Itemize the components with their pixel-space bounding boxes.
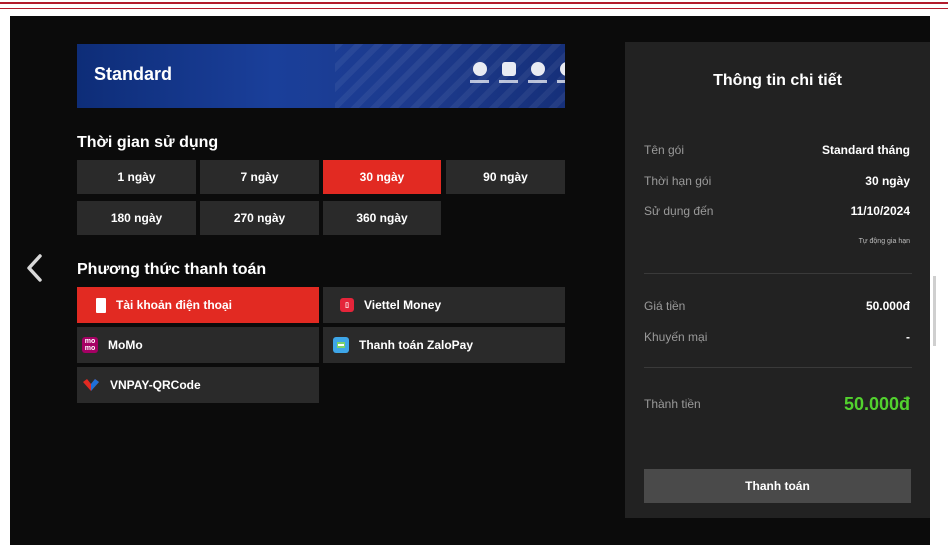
valid-until-label: Sử dụng đến [644,204,714,218]
payment-phone-account[interactable]: Tài khoản điện thoại [77,287,319,323]
momo-icon: mo mo [82,337,98,353]
zalopay-icon [333,337,349,353]
divider [644,273,912,274]
duration-option-270-days[interactable]: 270 ngày [200,201,319,235]
package-term-label: Thời hạn gói [644,174,712,188]
payment-method-label: Tài khoản điện thoại [116,298,233,312]
scrollbar-track[interactable] [930,16,948,545]
premier-league-logo-icon [528,62,547,90]
package-banner: Standard [77,44,565,108]
top-border-line-thin [0,8,948,9]
package-name-value: Standard tháng [821,143,910,157]
duration-option-30-days[interactable]: 30 ngày [323,160,441,194]
vnpay-icon [82,378,100,392]
package-name-label: Tên gói [644,143,685,157]
payment-momo[interactable]: mo mo MoMo [77,327,319,363]
league-logos [470,62,565,92]
valid-until-value: 11/10/2024 [850,204,910,218]
price-value: 50.000đ [865,299,910,313]
duration-option-7-days[interactable]: 7 ngày [200,160,319,194]
discount-value: - [906,330,910,344]
checkout-button[interactable]: Thanh toán [644,469,911,503]
champions-league-logo-icon [470,62,489,90]
duration-option-180-days[interactable]: 180 ngày [77,201,196,235]
details-panel-title: Thông tin chi tiết [713,72,842,89]
europa-league-logo-icon [499,62,518,90]
payment-vnpay[interactable]: VNPAY-QRCode [77,367,319,403]
package-title: Standard [94,64,173,84]
duration-option-90-days[interactable]: 90 ngày [446,160,565,194]
price-label: Giá tiền [644,299,686,313]
payment-method-label: Thanh toán ZaloPay [359,338,474,352]
total-value: 50.000đ [843,394,910,414]
discount-label: Khuyến mại [644,330,708,344]
payment-method-label: MoMo [108,338,143,352]
european-qualifiers-logo-icon [557,62,565,90]
duration-section-title: Thời gian sử dụng [77,134,219,151]
payment-zalopay[interactable]: Thanh toán ZaloPay [323,327,565,363]
payment-section-title: Phương thức thanh toán [77,261,267,278]
payment-method-label: VNPAY-QRCode [110,378,201,392]
auto-renew-note: Tự động gia hạn [858,238,910,245]
package-term-value: 30 ngày [865,174,910,188]
payment-method-label: Viettel Money [364,298,442,312]
duration-option-360-days[interactable]: 360 ngày [323,201,441,235]
scrollbar-thumb[interactable] [933,276,936,346]
details-panel: Thông tin chi tiết Tên gói Standard thán… [625,42,930,518]
phone-icon [96,297,106,313]
payment-viettel-money[interactable]: ▯ Viettel Money [323,287,565,323]
top-border-line [0,2,948,4]
back-chevron-icon[interactable] [20,250,50,286]
duration-option-1-day[interactable]: 1 ngày [77,160,196,194]
total-label: Thành tiền [644,397,701,411]
viettel-money-icon: ▯ [340,298,354,312]
divider [644,367,912,368]
